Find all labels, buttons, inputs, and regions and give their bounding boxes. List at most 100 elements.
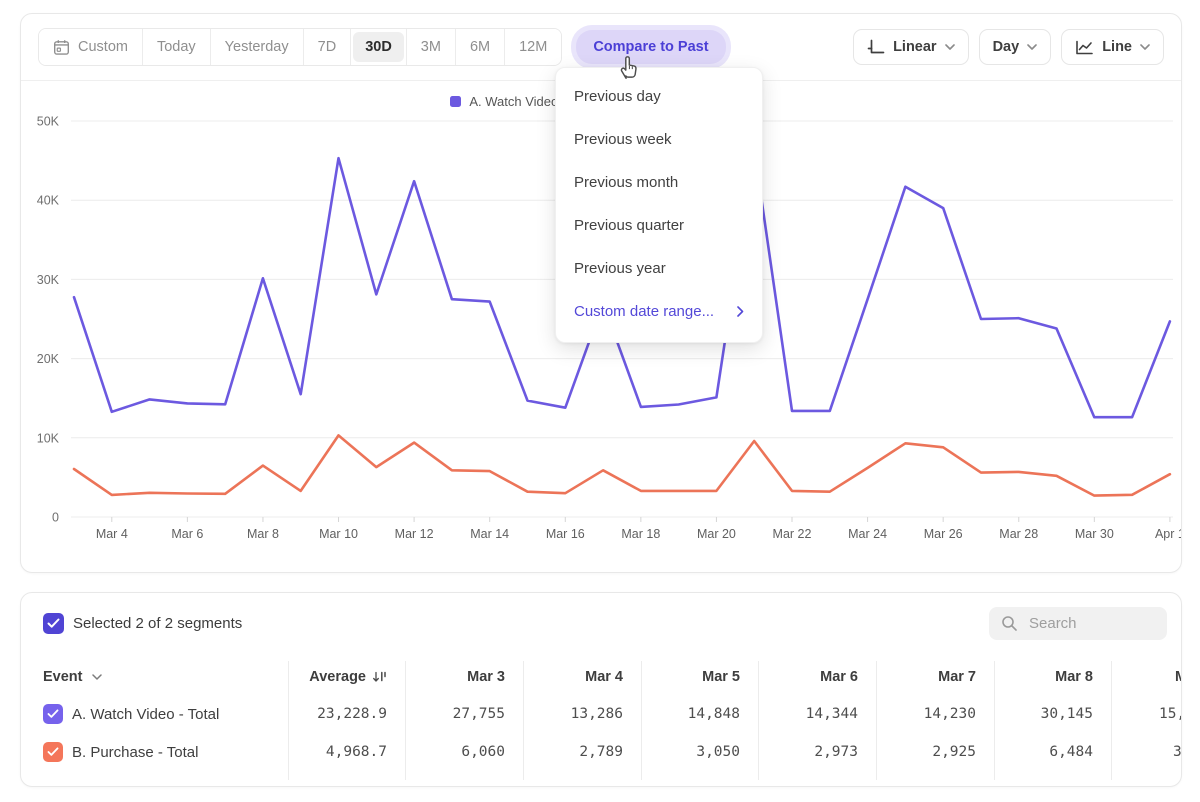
range-option-yesterday[interactable]: Yesterday — [210, 29, 303, 65]
legend-swatch — [450, 96, 461, 107]
select-all-checkbox[interactable] — [43, 613, 64, 634]
range-option-today[interactable]: Today — [142, 29, 210, 65]
analytics-page: 010K20K30K40K50KMar 4Mar 6Mar 8Mar 10Mar… — [0, 0, 1200, 802]
search-input[interactable] — [1027, 614, 1151, 633]
svg-text:Mar 4: Mar 4 — [96, 527, 128, 541]
svg-text:Mar 26: Mar 26 — [924, 527, 963, 541]
selected-summary: Selected 2 of 2 segments — [73, 615, 242, 632]
svg-text:50K: 50K — [37, 115, 60, 129]
svg-text:Mar 22: Mar 22 — [773, 527, 812, 541]
compare-to-past-button[interactable]: Compare to Past — [576, 30, 725, 64]
segment-cell: B. Purchase - Total — [21, 742, 288, 762]
column-divider — [288, 661, 289, 780]
column-divider — [405, 661, 406, 780]
chevron-down-icon — [945, 44, 955, 50]
column-header-m[interactable]: M — [1111, 669, 1182, 685]
table-header-row: EventAverageMar 3Mar 4Mar 5Mar 6Mar 7Mar… — [21, 659, 1182, 695]
chevron-down-icon — [92, 674, 102, 680]
range-option-3m[interactable]: 3M — [406, 29, 455, 65]
range-option-6m[interactable]: 6M — [455, 29, 504, 65]
range-option-custom[interactable]: Custom — [39, 29, 142, 65]
check-icon — [47, 747, 59, 757]
column-divider — [876, 661, 877, 780]
table-row-a-watch-video-total: A. Watch Video - Total 23,228.927,75513,2… — [21, 695, 1182, 733]
average-value: 23,228.9 — [288, 706, 405, 722]
svg-text:Mar 12: Mar 12 — [395, 527, 434, 541]
svg-text:Mar 18: Mar 18 — [621, 527, 660, 541]
segments-table: EventAverageMar 3Mar 4Mar 5Mar 6Mar 7Mar… — [21, 659, 1182, 771]
value-cell: 2,789 — [523, 744, 641, 760]
menu-item-previous-day[interactable]: Previous day — [556, 75, 762, 118]
segment-checkbox[interactable] — [43, 704, 63, 724]
value-cell: 14,344 — [758, 706, 876, 722]
svg-text:Mar 14: Mar 14 — [470, 527, 509, 541]
menu-item-previous-month[interactable]: Previous month — [556, 161, 762, 204]
column-header-mar-8[interactable]: Mar 8 — [994, 669, 1111, 685]
svg-text:Mar 10: Mar 10 — [319, 527, 358, 541]
column-divider — [641, 661, 642, 780]
svg-text:30K: 30K — [37, 273, 60, 287]
column-divider — [758, 661, 759, 780]
average-value: 4,968.7 — [288, 744, 405, 760]
column-header-average[interactable]: Average — [288, 669, 405, 685]
value-cell: 13,286 — [523, 706, 641, 722]
svg-text:Apr 1: Apr 1 — [1155, 527, 1181, 541]
svg-text:Mar 8: Mar 8 — [247, 527, 279, 541]
column-header-mar-5[interactable]: Mar 5 — [641, 669, 758, 685]
svg-text:0: 0 — [52, 511, 59, 525]
range-option-7d[interactable]: 7D — [303, 29, 351, 65]
table-row-b-purchase-total: B. Purchase - Total4,968.76,0602,7893,05… — [21, 733, 1182, 771]
segment-label: A. Watch Video - Total — [72, 706, 219, 723]
chevron-down-icon — [1140, 44, 1150, 50]
chart-card: 010K20K30K40K50KMar 4Mar 6Mar 8Mar 10Mar… — [20, 13, 1182, 573]
svg-text:Mar 20: Mar 20 — [697, 527, 736, 541]
value-cell: 14,230 — [876, 706, 994, 722]
value-cell: 3,050 — [641, 744, 758, 760]
svg-text:40K: 40K — [37, 194, 60, 208]
axis-icon — [867, 39, 885, 55]
chevron-right-icon — [737, 306, 744, 317]
line-chart-icon — [1075, 40, 1094, 55]
date-range-selector: CustomTodayYesterday7D30D3M6M12M — [38, 28, 562, 66]
column-divider — [1111, 661, 1112, 780]
search-box — [989, 607, 1167, 640]
svg-text:Mar 28: Mar 28 — [999, 527, 1038, 541]
check-icon — [47, 709, 59, 719]
column-header-mar-3[interactable]: Mar 3 — [405, 669, 523, 685]
segment-cell: A. Watch Video - Total — [21, 704, 288, 724]
value-cell: 27,755 — [405, 706, 523, 722]
column-header-mar-7[interactable]: Mar 7 — [876, 669, 994, 685]
compare-to-past-menu: Previous dayPrevious weekPrevious monthP… — [555, 67, 763, 343]
svg-text:Mar 16: Mar 16 — [546, 527, 585, 541]
menu-item-previous-week[interactable]: Previous week — [556, 118, 762, 161]
menu-item-previous-quarter[interactable]: Previous quarter — [556, 204, 762, 247]
value-cell: 2,973 — [758, 744, 876, 760]
value-cell: 14,848 — [641, 706, 758, 722]
menu-item-custom-date-range[interactable]: Custom date range... — [556, 290, 762, 333]
value-cell: 2,925 — [876, 744, 994, 760]
chart-type-label: Line — [1102, 39, 1132, 55]
segment-checkbox[interactable] — [43, 742, 63, 762]
svg-text:Mar 6: Mar 6 — [171, 527, 203, 541]
value-cell: 30,145 — [994, 706, 1111, 722]
segments-table-card: Selected 2 of 2 segments EventAverageMar… — [20, 592, 1182, 787]
column-divider — [523, 661, 524, 780]
column-header-event[interactable]: Event — [21, 669, 288, 685]
range-option-12m[interactable]: 12M — [504, 29, 561, 65]
value-cell: 6,484 — [994, 744, 1111, 760]
scale-select[interactable]: Linear — [853, 29, 969, 65]
calendar-icon — [53, 39, 70, 56]
menu-item-previous-year[interactable]: Previous year — [556, 247, 762, 290]
svg-text:Mar 30: Mar 30 — [1075, 527, 1114, 541]
column-header-mar-6[interactable]: Mar 6 — [758, 669, 876, 685]
check-icon — [47, 618, 60, 629]
chevron-down-icon — [1027, 44, 1037, 50]
column-header-mar-4[interactable]: Mar 4 — [523, 669, 641, 685]
range-option-30d[interactable]: 30D — [350, 29, 406, 65]
interval-label: Day — [993, 39, 1020, 55]
sort-icon — [372, 670, 387, 684]
column-divider — [994, 661, 995, 780]
svg-text:Mar 24: Mar 24 — [848, 527, 887, 541]
chart-type-select[interactable]: Line — [1061, 29, 1164, 65]
interval-select[interactable]: Day — [979, 29, 1052, 65]
